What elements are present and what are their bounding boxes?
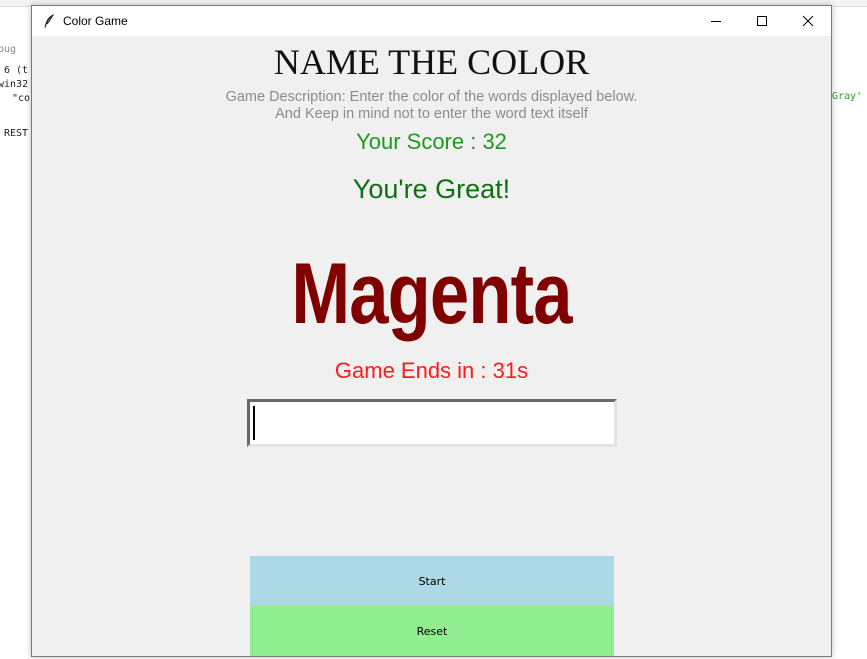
close-icon [802,15,814,27]
color-answer-input[interactable] [247,399,617,447]
color-game-window: Color Game NAME THE COLOR Game Descripti… [31,5,832,657]
background-code-line: 6 (t [4,65,29,76]
window-controls [693,6,831,36]
close-button[interactable] [785,6,831,36]
text-cursor [253,406,255,440]
background-code-line: "co [12,93,31,104]
description-line-1: Game Description: Enter the color of the… [225,89,638,105]
feather-icon [42,14,56,28]
game-area: NAME THE COLOR Game Description: Enter t… [32,36,831,656]
score-label: Your Score : 32 [356,129,507,154]
praise-label: You're Great! [352,174,511,204]
reset-button[interactable]: Reset [250,606,614,656]
maximize-button[interactable] [739,6,785,36]
minimize-button[interactable] [693,6,739,36]
background-code-line: win32 [0,79,29,90]
minimize-icon [711,21,721,22]
background-code-fragment: Gray' [832,91,863,102]
background-code-line: bug [0,44,17,55]
title-bar[interactable]: Color Game [32,6,831,36]
game-heading: NAME THE COLOR [273,42,590,82]
timer-label: Game Ends in : 31s [334,358,529,383]
window-title: Color Game [63,14,128,28]
game-description: Game Description: Enter the color of the… [32,89,831,123]
maximize-icon [757,16,767,26]
color-word-label: Magenta [291,246,572,342]
description-line-2: And Keep in mind not to enter the word t… [275,106,588,122]
start-button[interactable]: Start [250,556,614,606]
background-code-line: REST [4,128,29,139]
